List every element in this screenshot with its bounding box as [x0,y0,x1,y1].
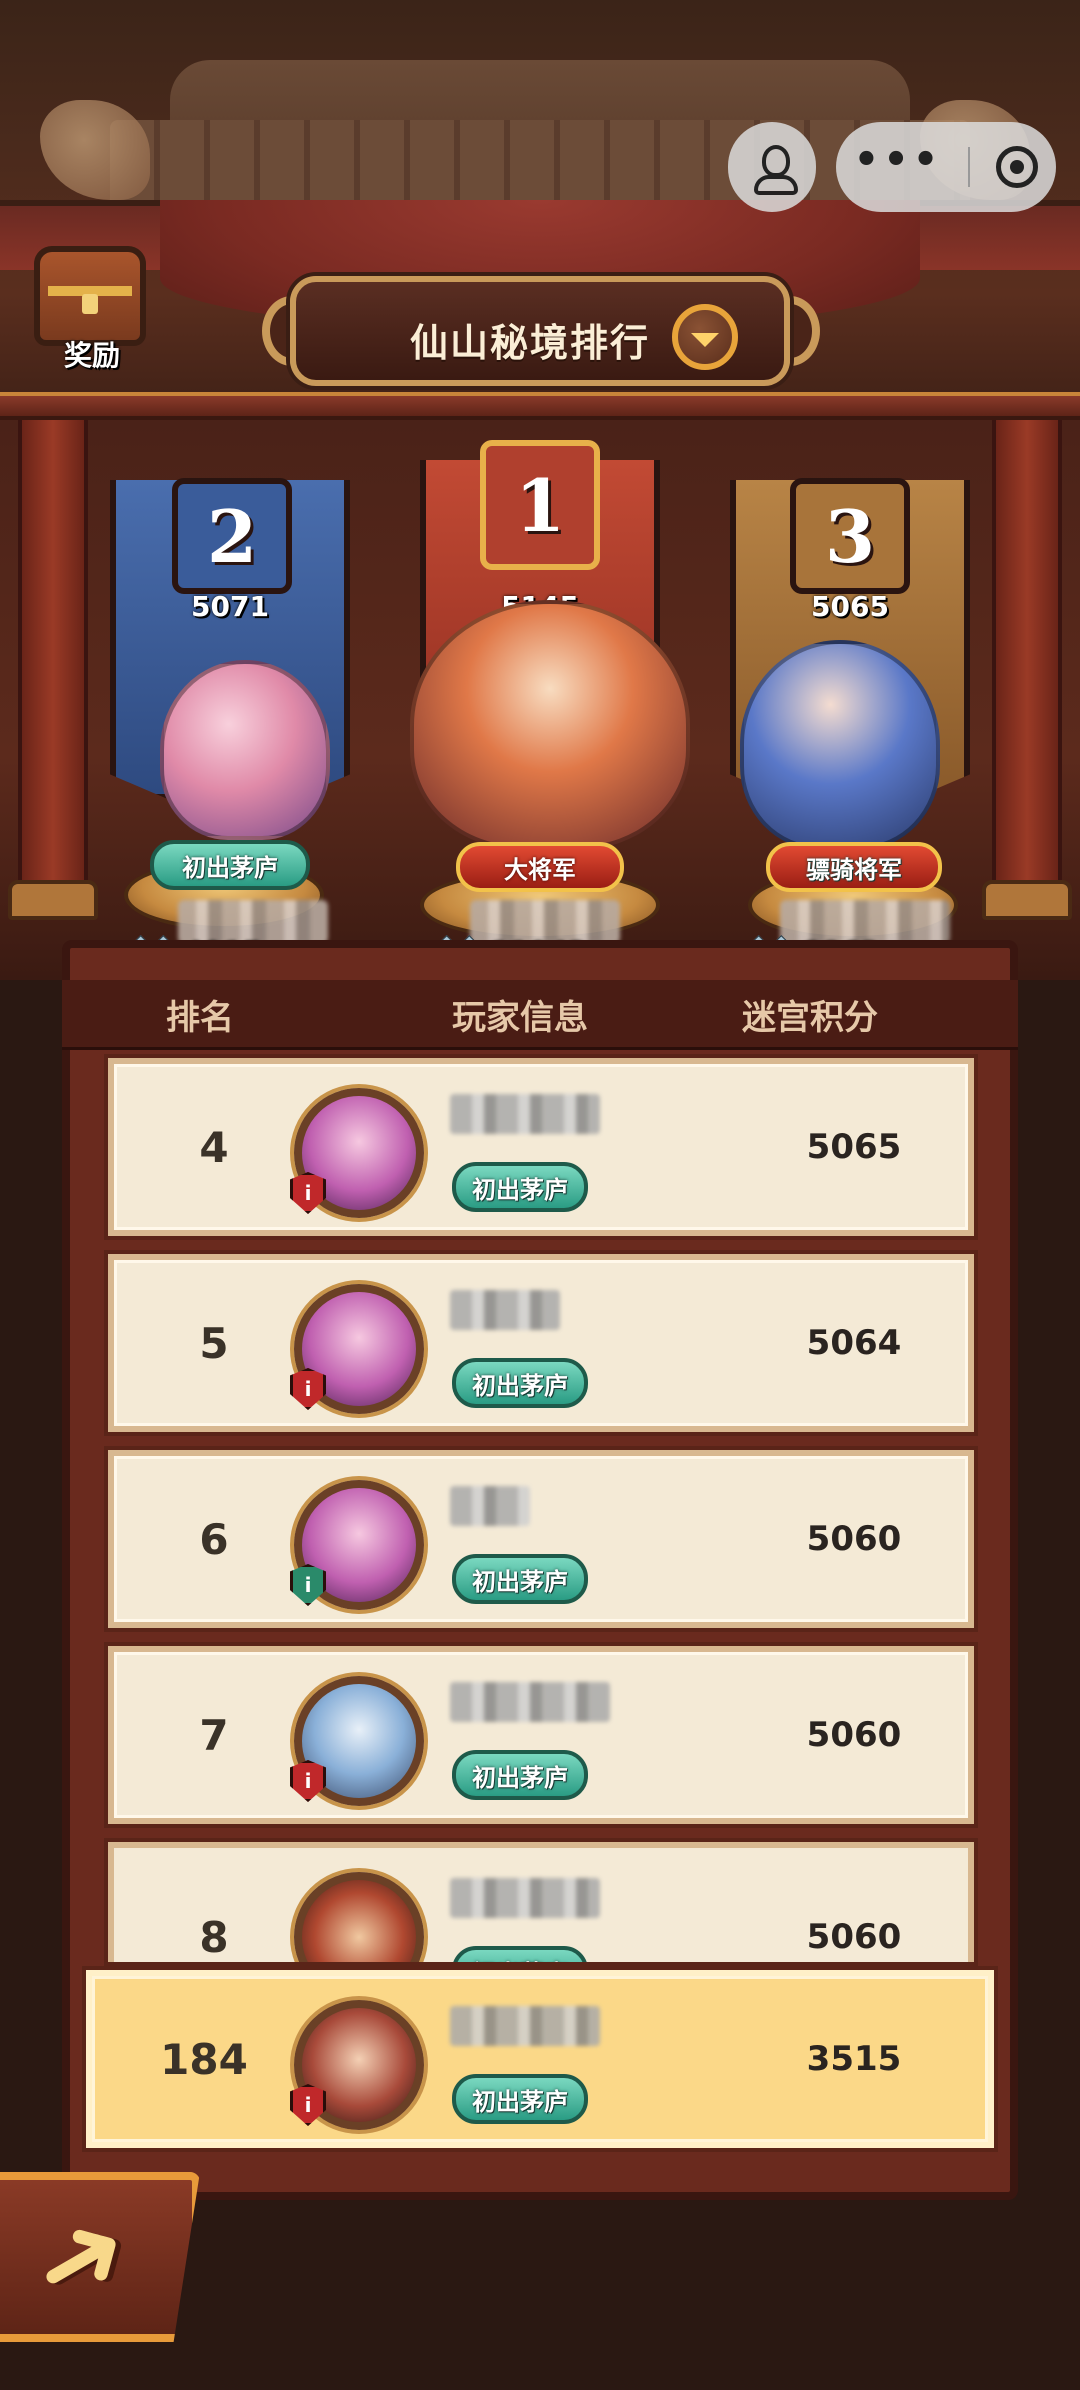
player-title-badge: 初出茅庐 [452,1554,588,1604]
pillar-left [18,420,88,920]
player-avatar[interactable] [294,1872,424,1962]
pillar-right [992,420,1062,920]
back-button[interactable]: ➜ [0,2172,200,2342]
player-name [450,2006,600,2046]
back-arrow-icon: ➜ [8,2178,152,2336]
column-header-rank: 排名 [166,998,234,1038]
podium-hero-1[interactable] [410,600,690,850]
row-rank: 8 [199,1912,229,1962]
shield-icon: i [290,1172,326,1214]
table-row[interactable]: 5 i 初出茅庐 5064 [108,1254,974,1432]
mini-program-capsule: ••• [836,122,1056,212]
pillar-base-right [982,880,1072,920]
reward-chest-button[interactable] [34,246,146,346]
shield-icon: i [290,1760,326,1802]
target-circle-icon[interactable] [996,146,1039,188]
person-icon [754,145,798,195]
podium-title-badge-1: 大将军 [456,842,624,892]
table-row[interactable]: 8 初出茅庐 5060 [108,1842,974,1962]
row-rank: 184 [160,2034,248,2084]
table-row[interactable]: 6 i 初出茅庐 5060 [108,1450,974,1628]
capsule-divider [968,147,971,187]
player-title-badge: 初出茅庐 [452,1358,588,1408]
player-title-badge: 初出茅庐 [452,1750,588,1800]
row-rank: 6 [199,1514,229,1564]
shield-icon: i [290,2084,326,2126]
row-score: 5060 [806,1917,902,1957]
ranking-dropdown-button[interactable] [672,304,738,370]
podium-title-badge-3: 骠骑将军 [766,842,942,892]
crossbeam [0,392,1080,420]
column-header-score: 迷宫积分 [742,998,878,1038]
podium-rank-2: 2 [172,478,292,594]
player-title-badge: 初出茅庐 [452,2074,588,2124]
player-name [450,1878,600,1918]
my-ranking-row[interactable]: 184 i 初出茅庐 3515 [86,1970,994,2148]
player-title-badge: 初出茅庐 [452,1946,588,1962]
reward-label: 奖励 [63,339,120,372]
player-name [450,1682,610,1722]
profile-button[interactable] [728,122,816,212]
podium-hero-3[interactable] [740,640,940,850]
podium-hero-2[interactable] [160,660,330,840]
row-score: 5064 [806,1323,902,1363]
podium-rank-3: 3 [790,478,910,594]
row-score: 5060 [806,1715,902,1755]
podium-rank-1: 1 [480,440,600,570]
table-row[interactable]: 7 i 初出茅庐 5060 [108,1646,974,1824]
podium-title-badge-2: 初出茅庐 [150,840,310,890]
more-dots-icon[interactable]: ••• [854,140,943,180]
podium-score-3: 5065 [811,590,889,623]
chevron-down-icon [691,333,719,347]
player-name [450,1290,560,1330]
row-rank: 4 [199,1122,229,1172]
row-score: 5065 [806,1127,902,1167]
table-row[interactable]: 4 i 初出茅庐 5065 [108,1058,974,1236]
player-name [450,1094,600,1134]
player-title-badge: 初出茅庐 [452,1162,588,1212]
player-name [450,1486,530,1526]
pillar-base-left [8,880,98,920]
page-title: 仙山秘境排行 [409,321,650,365]
row-score: 5060 [806,1519,902,1559]
row-rank: 7 [199,1710,229,1760]
column-header-player: 玩家信息 [452,998,588,1038]
row-rank: 5 [199,1318,229,1368]
row-score: 3515 [806,2039,902,2079]
shield-icon: i [290,1368,326,1410]
podium-score-2: 5071 [191,590,269,623]
shield-icon: i [290,1564,326,1606]
